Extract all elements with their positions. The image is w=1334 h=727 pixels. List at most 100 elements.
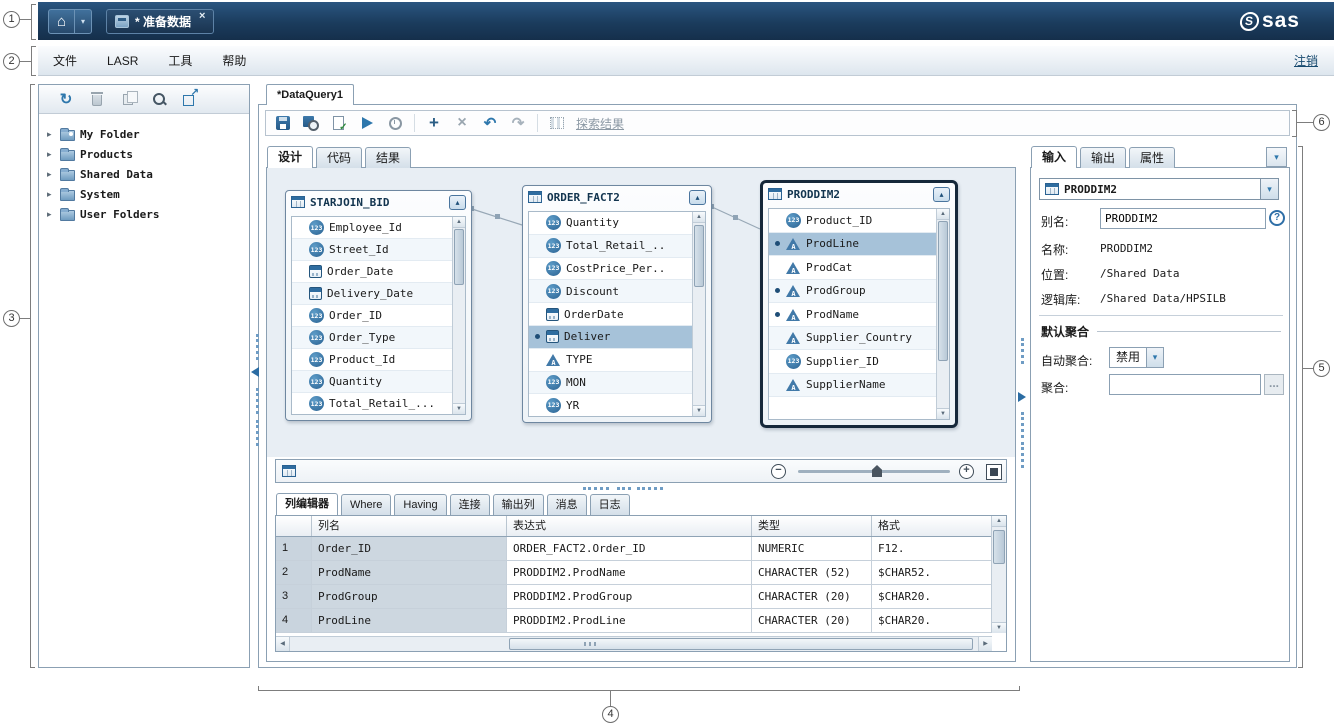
menu-lasr[interactable]: LASR: [92, 46, 153, 75]
home-dropdown-button[interactable]: [75, 9, 92, 34]
grid-cell-type[interactable]: CHARACTER (20): [752, 609, 872, 633]
aggregation-browse-button[interactable]: ...: [1264, 374, 1284, 395]
tree-item-my-folder[interactable]: My Folder: [47, 124, 249, 144]
tab-results[interactable]: 结果: [365, 147, 411, 168]
help-icon[interactable]: ?: [1269, 210, 1285, 226]
table-selector-dropdown[interactable]: PRODDIM2: [1039, 178, 1279, 200]
grid-header-format[interactable]: 格式: [872, 516, 992, 536]
scrollbar-vertical[interactable]: [452, 217, 465, 414]
tree-item-system[interactable]: System: [47, 184, 249, 204]
add-table-button[interactable]: [425, 114, 443, 132]
table-node-header[interactable]: STARJOIN_BID: [286, 191, 471, 213]
alias-input[interactable]: [1100, 208, 1266, 229]
run-button[interactable]: [358, 114, 376, 132]
grid-cell-name[interactable]: ProdLine: [312, 609, 507, 633]
tab-log[interactable]: 日志: [590, 494, 630, 515]
grid-cell-format[interactable]: F12.: [872, 537, 992, 561]
copy-button[interactable]: [119, 90, 137, 108]
logout-link[interactable]: 注销: [1294, 52, 1318, 69]
expand-arrow-icon[interactable]: [47, 209, 55, 220]
schedule-button[interactable]: [386, 114, 404, 132]
close-tab-icon[interactable]: ×: [199, 10, 205, 22]
refresh-button[interactable]: [57, 90, 75, 108]
expand-arrow-icon[interactable]: [47, 169, 55, 180]
splitter-handle[interactable]: [637, 487, 663, 490]
tab-code[interactable]: 代码: [316, 147, 362, 168]
column-row[interactable]: ProdGroup: [769, 280, 949, 304]
grid-cell-type[interactable]: CHARACTER (52): [752, 561, 872, 585]
grid-row[interactable]: 3 ProdGroup PRODDIM2.ProdGroup CHARACTER…: [276, 585, 1006, 609]
column-row-selected[interactable]: ProdLine: [769, 233, 949, 257]
scroll-up-icon[interactable]: [453, 217, 465, 228]
zoom-out-button[interactable]: [771, 464, 786, 479]
scroll-down-icon[interactable]: [693, 405, 705, 416]
column-row[interactable]: Order_Type: [292, 327, 465, 349]
grid-scrollbar-vertical[interactable]: [991, 516, 1006, 633]
grid-cell-format[interactable]: $CHAR52.: [872, 561, 992, 585]
tab-input[interactable]: 输入: [1031, 146, 1077, 168]
scroll-down-icon[interactable]: [937, 408, 949, 419]
tree-item-products[interactable]: Products: [47, 144, 249, 164]
splitter-handle[interactable]: [1021, 412, 1024, 438]
scroll-thumb[interactable]: [993, 530, 1005, 564]
document-tab-dataquery1[interactable]: *DataQuery1: [266, 84, 354, 105]
grid-cell-name[interactable]: ProdGroup: [312, 585, 507, 609]
grid-row[interactable]: 2 ProdName PRODDIM2.ProdName CHARACTER (…: [276, 561, 1006, 585]
menu-help[interactable]: 帮助: [207, 46, 261, 75]
aggregation-input[interactable]: [1109, 374, 1261, 395]
tab-output[interactable]: 输出: [1080, 147, 1126, 168]
grid-cell-format[interactable]: $CHAR20.: [872, 585, 992, 609]
scroll-down-icon[interactable]: [453, 403, 465, 414]
splitter-handle[interactable]: [583, 487, 609, 490]
splitter-handle[interactable]: [256, 334, 259, 360]
grid-cell-expression[interactable]: PRODDIM2.ProdLine: [507, 609, 752, 633]
scroll-thumb[interactable]: [509, 638, 973, 650]
column-row-selected[interactable]: Deliver: [529, 326, 705, 349]
grid-cell-expression[interactable]: PRODDIM2.ProdName: [507, 561, 752, 585]
column-row[interactable]: Employee_Id: [292, 217, 465, 239]
column-row[interactable]: SupplierName: [769, 374, 949, 398]
explore-results-button[interactable]: [548, 114, 566, 132]
tab-design[interactable]: 设计: [267, 146, 313, 168]
save-as-button[interactable]: [302, 114, 320, 132]
scroll-thumb[interactable]: [454, 229, 464, 285]
chevron-down-icon[interactable]: [1146, 348, 1163, 367]
splitter-handle[interactable]: [256, 420, 259, 446]
column-row[interactable]: Product_ID: [769, 209, 949, 233]
tab-messages[interactable]: 消息: [547, 494, 587, 515]
panel-menu-button[interactable]: [1266, 147, 1287, 167]
column-row[interactable]: Order_ID: [292, 305, 465, 327]
column-row[interactable]: Street_Id: [292, 239, 465, 261]
column-row[interactable]: ProdCat: [769, 256, 949, 280]
column-row[interactable]: Delivery_Date: [292, 283, 465, 305]
scrollbar-vertical[interactable]: [692, 212, 705, 416]
column-row[interactable]: Supplier_Country: [769, 327, 949, 351]
expand-arrow-icon[interactable]: [47, 189, 55, 200]
scrollbar-vertical[interactable]: [936, 209, 949, 419]
scroll-right-icon[interactable]: [978, 637, 992, 651]
column-row[interactable]: YR: [529, 394, 705, 417]
column-row[interactable]: Order_Date: [292, 261, 465, 283]
grid-scrollbar-horizontal[interactable]: [276, 636, 992, 651]
scroll-thumb[interactable]: [938, 221, 948, 361]
grid-cell-name[interactable]: ProdName: [312, 561, 507, 585]
scroll-left-icon[interactable]: [276, 637, 290, 651]
expand-right-panel-icon[interactable]: [1018, 392, 1026, 402]
splitter-handle[interactable]: [256, 388, 259, 414]
search-button[interactable]: [150, 90, 168, 108]
column-row[interactable]: Product_Id: [292, 349, 465, 371]
zoom-fit-button[interactable]: [986, 464, 1002, 480]
collapse-node-button[interactable]: [689, 190, 706, 205]
column-row[interactable]: CostPrice_Per..: [529, 258, 705, 281]
table-node-header[interactable]: ORDER_FACT2: [523, 186, 711, 208]
column-row[interactable]: ProdName: [769, 303, 949, 327]
column-row[interactable]: MON: [529, 372, 705, 395]
table-node-starjoin-bid[interactable]: STARJOIN_BID Employee_Id Street_Id Order…: [285, 190, 472, 421]
column-row[interactable]: Quantity: [529, 212, 705, 235]
column-row[interactable]: Supplier_ID: [769, 350, 949, 374]
scroll-thumb[interactable]: [694, 225, 704, 287]
column-row[interactable]: Quantity: [292, 371, 465, 393]
collapse-left-panel-icon[interactable]: [251, 367, 259, 377]
tab-output-columns[interactable]: 输出列: [493, 494, 544, 515]
column-row[interactable]: TYPE: [529, 349, 705, 372]
